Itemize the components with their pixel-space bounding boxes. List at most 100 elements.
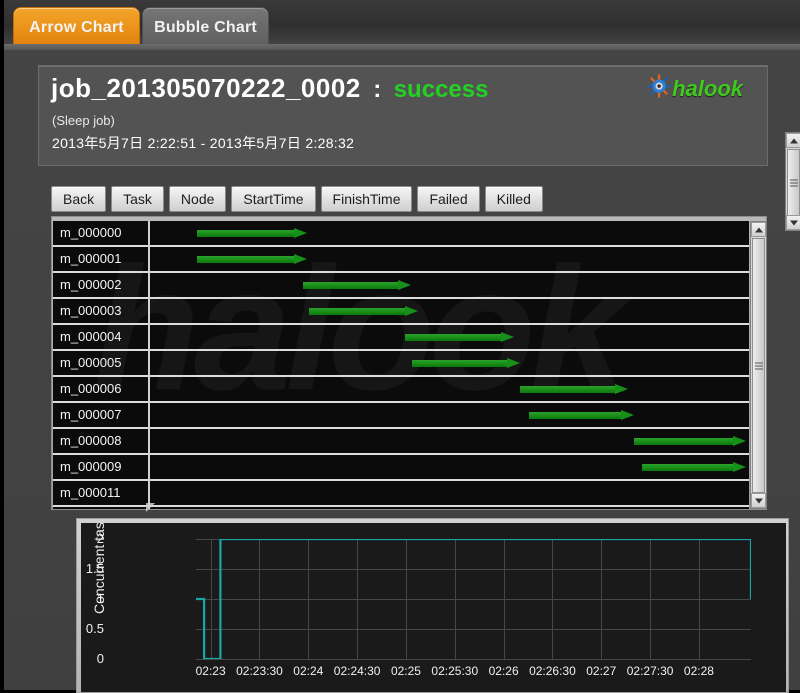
task-label: m_000007 (60, 407, 122, 422)
x-axis-tick-label: 02:25:30 (431, 664, 479, 678)
task-duration-arrow[interactable] (412, 358, 521, 369)
arrow-chart-row[interactable] (53, 221, 749, 247)
y-axis-tick-label: 1 (96, 591, 104, 606)
task-label: m_000004 (60, 329, 122, 344)
task-duration-arrow[interactable] (302, 280, 411, 291)
y-axis-tick-label: 2 (96, 531, 104, 546)
arrow-chart-row[interactable] (53, 351, 749, 377)
tab-arrow-chart-label: Arrow Chart (29, 19, 124, 36)
header-scroll-down-button[interactable] (786, 215, 800, 230)
arrow-chart-scroll-up-button[interactable] (751, 222, 766, 237)
chevron-down-icon (789, 220, 798, 225)
toolbar-button-back[interactable]: Back (51, 186, 107, 212)
arrow-shaft (520, 386, 615, 393)
arrow-head-icon (620, 410, 634, 420)
chevron-up-icon (754, 227, 763, 232)
header-scrollbar[interactable] (785, 132, 800, 231)
arrow-shaft (196, 256, 294, 263)
task-duration-arrow[interactable] (196, 228, 307, 239)
tab-bar: Arrow Chart Bubble Chart (4, 0, 800, 50)
title-separator: : (373, 76, 382, 103)
arrow-head-icon (733, 462, 746, 472)
toolbar-button-label: Node (180, 191, 215, 207)
job-time-range: 2013年5月7日 2:22:51 - 2013年5月7日 2:28:32 (52, 135, 355, 151)
x-axis-tick-label: 02:24:30 (333, 664, 381, 678)
concurrent-task-chart: Concurrent task num 0 0.5 1 1.5 2 02:23 02:23:… (81, 523, 786, 692)
task-duration-arrow[interactable] (308, 306, 419, 317)
toolbar-button-label: Failed (429, 191, 468, 207)
x-axis-tick-label: 02:24 (293, 664, 324, 678)
tab-strip-base (4, 44, 800, 50)
app-window: Arrow Chart Bubble Chart job_20130507022… (0, 0, 800, 693)
arrow-shaft (633, 438, 733, 445)
tab-bubble-chart-label: Bubble Chart (154, 19, 257, 36)
x-axis-tick-label: 02:23 (195, 664, 226, 678)
tab-bubble-chart[interactable]: Bubble Chart (143, 8, 268, 48)
status-badge: success (393, 76, 489, 103)
task-duration-arrow[interactable] (196, 254, 307, 265)
arrow-shaft (412, 360, 508, 367)
chart-plot-area (196, 539, 751, 660)
arrow-chart-row[interactable] (53, 377, 749, 403)
arrow-shaft (302, 282, 398, 289)
concurrent-task-chart-panel: Concurrent task num 0 0.5 1 1.5 2 02:23 02:23:… (76, 518, 789, 693)
arrow-chart-scrollbar-thumb[interactable] (752, 238, 765, 493)
toolbar-button-killed[interactable]: Killed (484, 186, 543, 212)
arrow-chart-panel: halook m_000000m_000001m_000002m_000003m… (51, 216, 767, 510)
x-axis-tick-label: 02:26 (488, 664, 519, 678)
task-label: m_000005 (60, 355, 122, 370)
task-axis-line (148, 221, 150, 509)
grip-icon (754, 362, 763, 369)
task-duration-arrow[interactable] (404, 332, 514, 343)
arrow-chart-scroll-down-button[interactable] (751, 493, 766, 508)
arrow-chart-row[interactable] (53, 403, 749, 429)
halook-logo-text: halook (672, 75, 743, 101)
arrow-shaft (308, 308, 406, 315)
toolbar: Back Task Node StartTime FinishTime Failed Kil… (51, 186, 543, 212)
gridline-horizontal (196, 659, 751, 660)
toolbar-button-task[interactable]: Task (111, 186, 164, 212)
header-scrollbar-thumb[interactable] (787, 149, 800, 216)
x-axis-tick-label: 02:26:30 (529, 664, 576, 678)
task-label: m_000011 (60, 485, 121, 500)
header-scroll-up-button[interactable] (786, 133, 800, 148)
task-label: m_000003 (60, 303, 122, 318)
task-duration-arrow[interactable] (633, 436, 746, 447)
toolbar-button-finishtime[interactable]: FinishTime (320, 186, 413, 212)
job-id: job_201305070222_0002 (51, 73, 361, 103)
arrow-chart-row[interactable] (53, 247, 749, 273)
toolbar-button-starttime[interactable]: StartTime (231, 186, 316, 212)
job-title-line: job_201305070222_0002 : success (51, 73, 488, 104)
toolbar-button-label: Task (123, 191, 152, 207)
toolbar-button-label: Killed (496, 191, 531, 207)
arrow-chart-row[interactable] (53, 481, 749, 507)
arrow-head-icon (293, 228, 307, 238)
concurrent-task-series (196, 539, 751, 659)
series-line (196, 539, 751, 659)
arrow-head-icon (397, 280, 411, 290)
toolbar-button-node[interactable]: Node (168, 186, 227, 212)
task-label: m_000009 (60, 459, 122, 474)
tab-arrow-chart[interactable]: Arrow Chart (14, 8, 139, 48)
task-duration-arrow[interactable] (528, 410, 634, 421)
arrow-head-icon (732, 436, 746, 446)
task-label: m_000001 (60, 251, 122, 266)
arrow-head-icon (405, 306, 419, 316)
task-duration-arrow[interactable] (642, 462, 746, 473)
job-subtitle: (Sleep job) (52, 113, 115, 128)
task-label: m_000000 (60, 225, 122, 240)
x-axis-tick-label: 02:25 (390, 664, 421, 678)
chevron-up-icon (789, 138, 798, 143)
arrow-chart-scrollbar[interactable] (750, 221, 767, 509)
arrow-chart-plot[interactable]: halook m_000000m_000001m_000002m_000003m… (53, 221, 749, 509)
toolbar-button-failed[interactable]: Failed (417, 186, 480, 212)
arrow-head-icon (614, 384, 628, 394)
chevron-down-icon (754, 498, 763, 503)
task-duration-arrow[interactable] (520, 384, 628, 395)
y-axis-tick-label: 1.5 (85, 561, 104, 576)
arrow-head-icon (507, 358, 521, 368)
x-axis-tick-label: 02:27:30 (626, 664, 674, 678)
arrow-chart-row[interactable] (53, 325, 749, 351)
grip-icon (789, 179, 798, 186)
x-axis-tick-label: 02:28 (683, 664, 714, 678)
